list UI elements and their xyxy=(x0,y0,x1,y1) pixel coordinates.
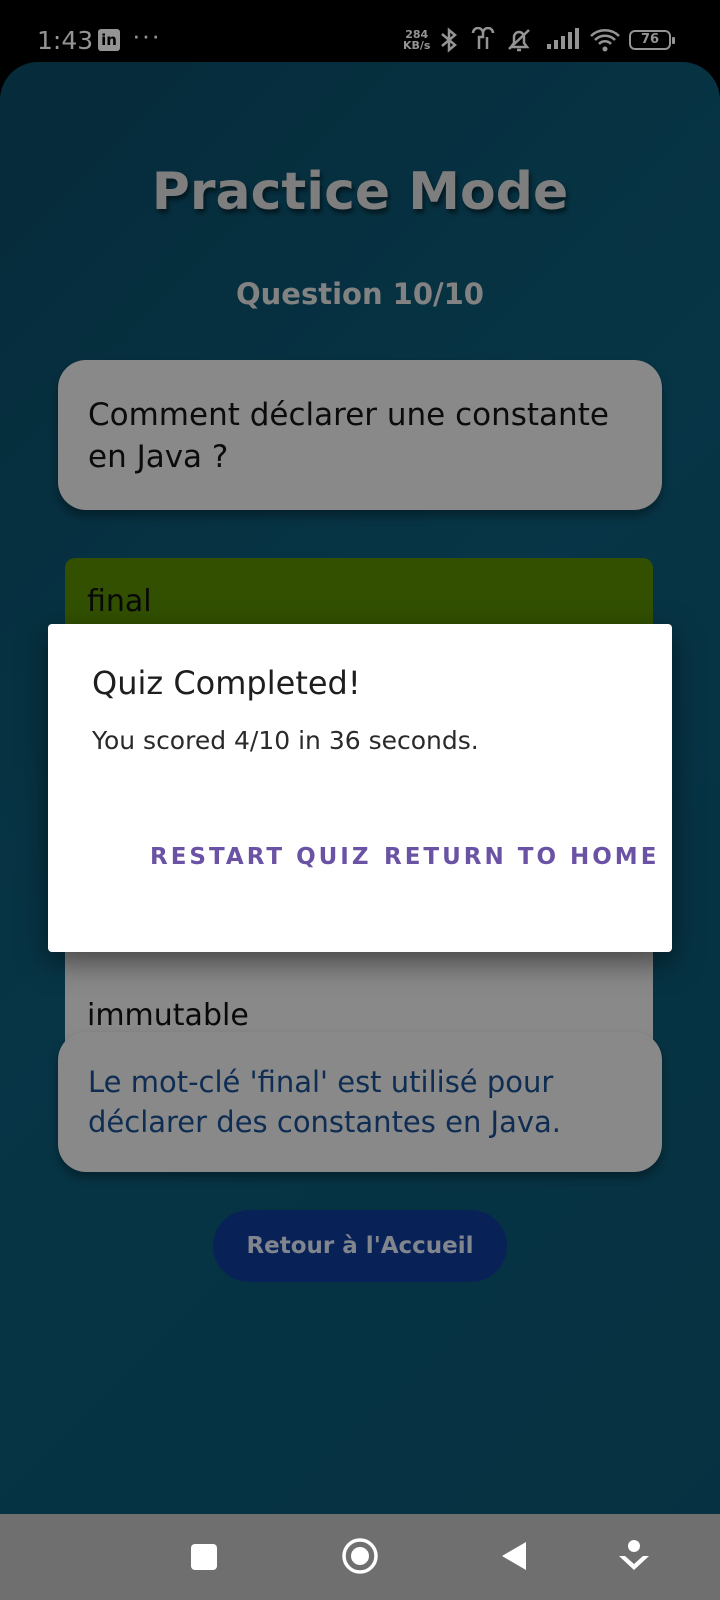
restart-quiz-button[interactable]: Restart Quiz xyxy=(150,844,372,870)
home-icon[interactable] xyxy=(340,1536,380,1576)
assistant-icon[interactable] xyxy=(617,1536,651,1576)
dialog-title: Quiz Completed! xyxy=(92,664,361,702)
dialog-message: You scored 4/10 in 36 seconds. xyxy=(92,726,479,755)
return-to-home-button[interactable]: Return to Home xyxy=(384,844,659,870)
recents-icon[interactable] xyxy=(187,1536,221,1576)
navigation-bar xyxy=(0,1514,720,1600)
back-icon[interactable] xyxy=(498,1536,532,1576)
quiz-completed-dialog: Quiz Completed! You scored 4/10 in 36 se… xyxy=(48,624,672,952)
